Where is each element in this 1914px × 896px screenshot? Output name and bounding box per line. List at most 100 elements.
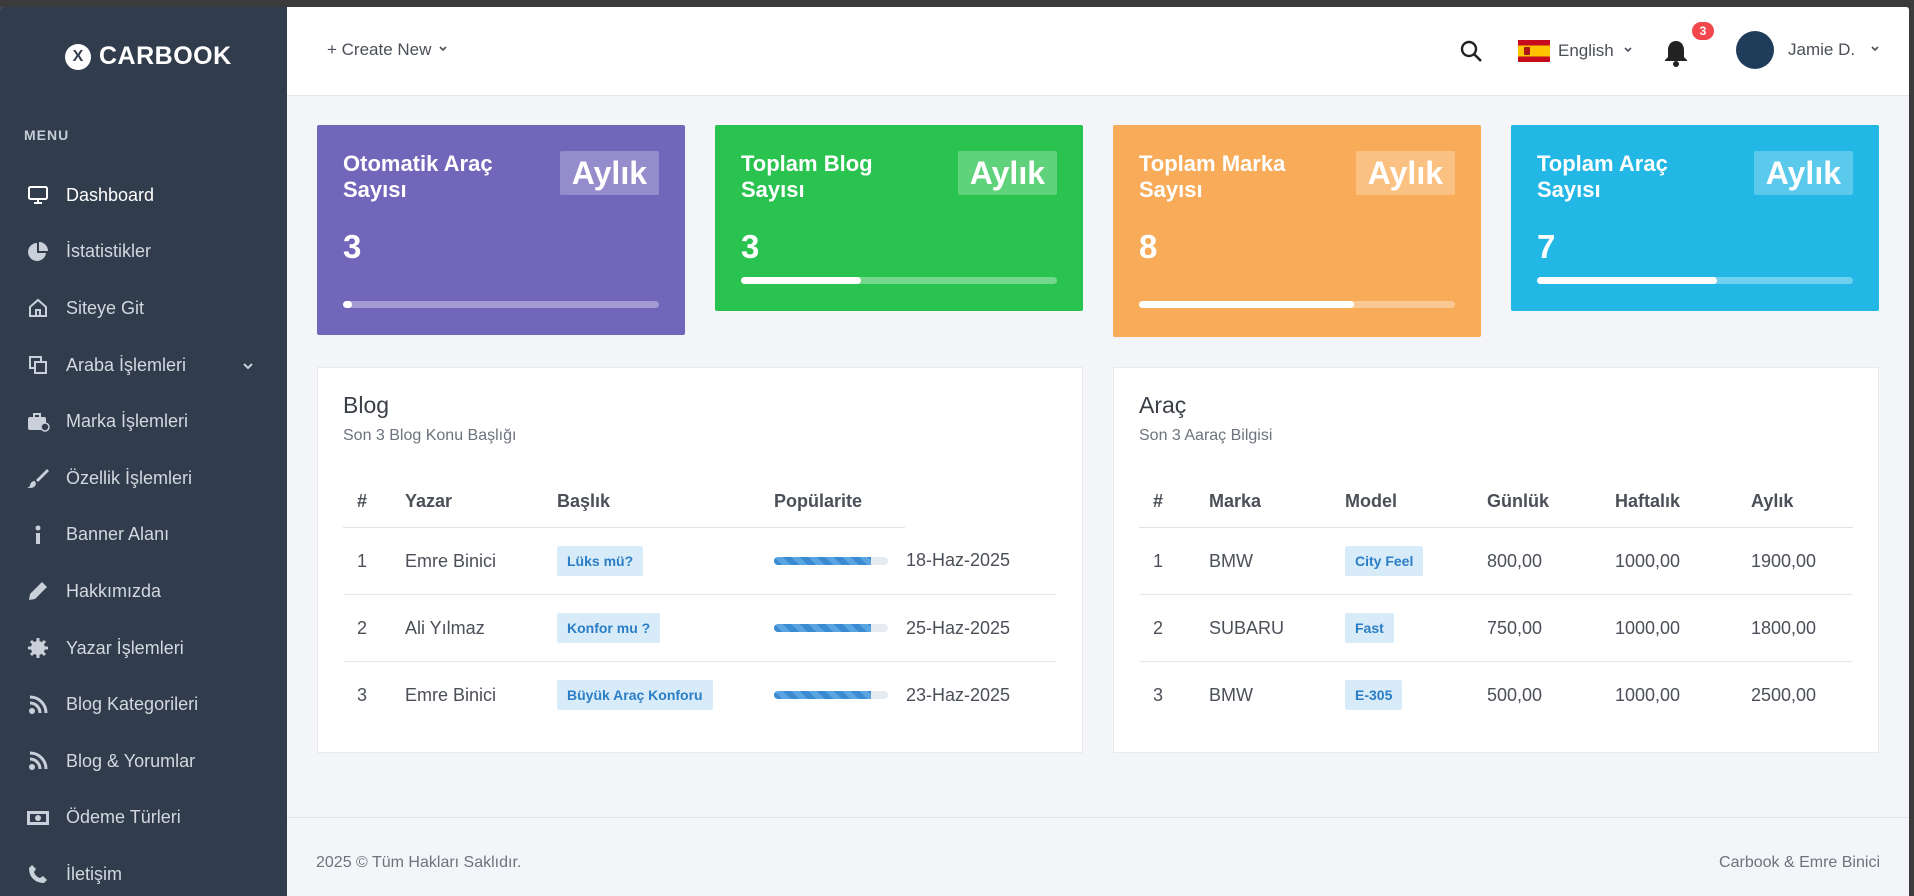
search-button[interactable] [1459,39,1483,68]
cell-weekly: 1000,00 [1614,594,1750,662]
sidebar-item-label: Araba İşlemleri [66,354,187,375]
table-row[interactable]: 2 SUBARU Fast 750,00 1000,00 1800,00 [1139,594,1853,662]
chevron-down-icon[interactable] [241,357,255,378]
cell-number: 1 [1139,527,1208,595]
cell-monthly: 2500,00 [1751,684,1817,705]
stat-card-progress-fill [1139,301,1354,308]
cell-popularity [773,662,905,729]
stat-card-progress-bar [1537,277,1853,284]
table-row[interactable]: 3 BMW E-305 500,00 1000,00 2500,00 [1139,662,1853,729]
user-name: Jamie D. [1788,40,1856,59]
cell-title: Lüks mü? [556,527,773,595]
sidebar-item-label: Marka İşlemleri [66,411,189,432]
create-new-button[interactable]: + Create New [327,40,449,60]
brand-logo-icon: X [65,43,91,70]
stat-card-period-badge: Aylık [1753,151,1853,195]
column-header-weekly: Haftalık [1614,475,1750,528]
sidebar-item-label: Dashboard [66,184,155,205]
popularity-bar [774,624,888,632]
stat-card-period-badge: Aylık [1355,151,1455,195]
cell-date: 18-Haz-2025 [905,527,1057,595]
language-selector[interactable]: English [1518,40,1634,62]
column-header-number: # [343,475,404,528]
stat-card-value: 7 [1537,227,1556,265]
stat-card-title: Toplam Blog Sayısı [741,151,873,203]
cell-monthly: 1900,00 [1750,527,1853,595]
panel-subtitle: Son 3 Blog Konu Başlığı [343,427,517,444]
sidebar-item-feature-operations[interactable]: Özellik İşlemleri [0,450,287,507]
sidebar-item-blog-categories[interactable]: Blog Kategorileri [0,676,287,733]
cell-number: 3 [357,684,368,705]
stat-card-total-cars: Toplam Araç Sayısı Aylık 7 [1511,125,1879,311]
sidebar-item-dashboard[interactable]: Dashboard [0,167,287,224]
cell-number: 3 [1153,684,1164,705]
sidebar-item-go-to-site[interactable]: Siteye Git [0,280,287,337]
column-header-title: Başlık [556,475,773,528]
panel-subtitle: Son 3 Aaraç Bilgisi [1139,427,1273,444]
sidebar-item-banner-area[interactable]: Banner Alanı [0,507,287,564]
cell-weekly: 1000,00 [1614,527,1750,595]
panel-title: Blog [343,392,390,418]
sidebar: X CARBOOK MENU Dashboard İstatistikler S… [0,7,287,896]
sidebar-item-label: Siteye Git [66,297,145,318]
chevron-down-icon [1869,40,1881,60]
sidebar-item-car-operations[interactable]: Araba İşlemleri [0,337,287,394]
table-row[interactable]: 3 Emre Binici Büyük Araç Konforu 23-Haz-… [343,662,1057,729]
car-table: # Marka Model Günlük Haftalık Aylık 1 BM… [1139,475,1853,728]
cell-author: Ali Yılmaz [404,594,556,662]
pie-chart-icon [26,240,50,264]
cell-number: 2 [343,594,404,662]
stat-card-total-blogs: Toplam Blog Sayısı Aylık 3 [715,125,1083,311]
sidebar-item-statistics[interactable]: İstatistikler [0,224,287,281]
table-row[interactable]: 1 Emre Binici Lüks mü? 18-Haz-2025 [343,527,1057,595]
stat-card-title: Toplam Marka Sayısı [1139,151,1286,203]
stat-card-total-brands: Toplam Marka Sayısı Aylık 8 [1113,125,1481,337]
sidebar-item-label: Yazar İşlemleri [66,637,184,658]
cell-daily: 750,00 [1486,594,1614,662]
brand[interactable]: X CARBOOK [65,42,232,71]
sidebar-item-author-operations[interactable]: Yazar İşlemleri [0,620,287,677]
table-header-row: # Yazar Başlık Popülarite [343,475,1057,528]
footer-credits: Carbook & Emre Binici [1719,854,1880,871]
search-icon [1459,40,1483,67]
notification-count-badge: 3 [1692,22,1714,40]
stat-card-progress-bar [343,301,659,308]
avatar [1736,31,1774,69]
info-icon [26,523,50,547]
stat-card-title: Toplam Araç Sayısı [1537,151,1668,203]
sidebar-item-blog-comments[interactable]: Blog & Yorumlar [0,733,287,790]
topbar: + Create New English 3 Jamie D. [287,7,1909,96]
home-icon [26,296,50,320]
app-window: X CARBOOK MENU Dashboard İstatistikler S… [0,7,1909,896]
money-icon [26,806,50,830]
sidebar-item-about[interactable]: Hakkımızda [0,563,287,620]
sidebar-item-label: Hakkımızda [66,580,162,601]
sidebar-item-contact[interactable]: İletişim [0,846,287,896]
sidebar-item-payment-types[interactable]: Ödeme Türleri [0,790,287,847]
popularity-bar-fill [774,557,871,565]
popularity-bar-fill [774,624,871,632]
chevron-down-icon [437,40,449,60]
model-tag: E-305 [1345,680,1403,710]
gear-icon [26,636,50,660]
cell-brand: BMW [1209,684,1253,705]
sidebar-item-brand-operations[interactable]: Marka İşlemleri [0,393,287,450]
cell-number: 1 [343,527,404,595]
brush-icon [26,466,50,490]
pencil-icon [26,579,50,603]
table-row[interactable]: 2 Ali Yılmaz Konfor mu ? 25-Haz-2025 [343,594,1057,662]
copyright-text: 2025 © Tüm Hakları Saklıdır. [316,854,522,871]
cell-popularity [773,527,905,595]
title-tag: Büyük Araç Konforu [557,680,713,710]
cell-author: Emre Binici [405,684,497,705]
cell-title: Konfor mu ? [556,594,773,662]
cell-model: City Feel [1344,527,1486,595]
user-menu[interactable]: Jamie D. [1736,31,1881,69]
notifications-button[interactable] [1663,39,1689,72]
title-tag: Konfor mu ? [557,613,661,643]
blog-table: # Yazar Başlık Popülarite 1 Emre Binici … [343,475,1057,728]
footer: 2025 © Tüm Hakları Saklıdır. Carbook & E… [287,817,1909,896]
table-row[interactable]: 1 BMW City Feel 800,00 1000,00 1900,00 [1139,527,1853,595]
stat-card-progress-bar [741,277,1057,284]
column-header-author: Yazar [404,475,556,528]
